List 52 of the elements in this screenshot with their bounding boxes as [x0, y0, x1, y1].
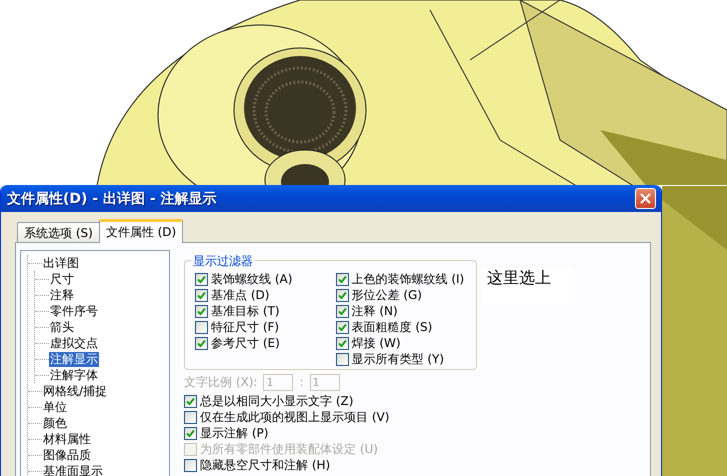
checkbox-option[interactable]: 注释 (N) [336, 303, 398, 319]
checkbox-option[interactable]: 仅在生成此项的视图上显示项目 (V) [184, 409, 390, 425]
checkbox[interactable] [336, 288, 348, 302]
checkbox[interactable] [336, 320, 348, 334]
window-title: 文件属性(D) - 出详图 - 注解显示 [7, 190, 217, 208]
tree-item[interactable]: 注解显示 [49, 352, 99, 366]
checkbox[interactable] [184, 394, 197, 408]
ratio-separator: : [299, 375, 304, 389]
tree-item[interactable]: 尺寸 [49, 272, 75, 286]
close-button[interactable] [635, 188, 656, 209]
checkbox-option[interactable]: 基准点 (D) [195, 287, 270, 303]
checkbox-option[interactable]: 参考尺寸 (E) [195, 335, 280, 351]
checkbox[interactable] [195, 336, 208, 350]
checkbox-option[interactable]: 焊接 (W) [336, 335, 401, 351]
scale-label: 文字比例 (X): [184, 374, 258, 390]
checkbox-option[interactable]: 基准目标 (T) [195, 303, 280, 319]
checkbox[interactable] [184, 410, 197, 424]
tree-item[interactable]: 虚拟交点 [49, 336, 99, 350]
tree-item[interactable]: 图像品质 [42, 448, 92, 462]
checkbox-option[interactable]: 装饰螺纹线 (A) [195, 271, 292, 287]
checkbox[interactable] [336, 352, 348, 366]
group-title: 显示过滤器 [191, 253, 255, 270]
checkbox-option[interactable]: 隐藏悬空尺寸和注解 (H) [184, 457, 330, 473]
checkbox[interactable] [184, 458, 197, 472]
checkbox-option[interactable]: 表面粗糙度 (S) [336, 319, 432, 335]
tree-item[interactable]: 单位 [42, 400, 68, 414]
checkbox-option[interactable]: 上色的装饰螺纹线 (I) [336, 271, 464, 287]
tab[interactable]: 文件属性 (D) [98, 219, 184, 243]
checkbox-option[interactable]: 形位公差 (G) [336, 287, 422, 303]
checkbox[interactable] [195, 272, 208, 286]
checkbox[interactable] [336, 272, 348, 286]
checkbox[interactable] [195, 304, 208, 318]
tab[interactable]: 系统选项 (S) [17, 222, 100, 242]
checkbox-option[interactable]: 特征尺寸 (F) [195, 319, 280, 335]
tree-item[interactable]: 注释 [49, 288, 75, 302]
close-icon [640, 193, 651, 204]
tree-item[interactable]: 颜色 [42, 416, 68, 430]
checkbox-option[interactable]: 显示所有类型 (Y) [336, 351, 444, 367]
tree-item[interactable]: 零件序号 [49, 304, 99, 318]
tree-item[interactable]: 网格线/捕捉 [42, 384, 108, 398]
checkbox[interactable] [195, 320, 208, 334]
tree-item[interactable]: 基准面显示 [42, 464, 104, 476]
checkbox-option[interactable]: 总是以相同大小显示文字 (Z) [184, 393, 354, 409]
tree-item[interactable]: 注解字体 [49, 368, 99, 382]
checkbox[interactable] [336, 304, 348, 318]
checkbox[interactable] [336, 336, 348, 350]
tree-item[interactable]: 材料属性 [42, 432, 92, 446]
checkbox-option[interactable]: 显示注解 (P) [184, 425, 268, 441]
tree-item[interactable]: 出详图 [42, 256, 80, 270]
tree-item[interactable]: 箭头 [49, 320, 75, 334]
checkbox[interactable] [195, 288, 208, 302]
checkbox[interactable] [184, 426, 197, 440]
